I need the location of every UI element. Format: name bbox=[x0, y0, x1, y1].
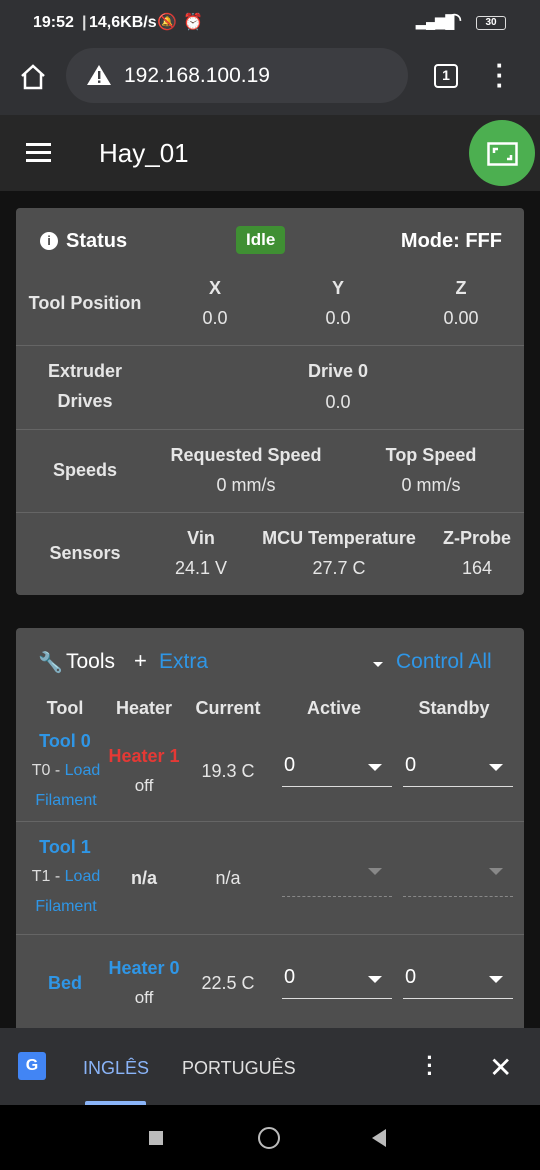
bed-link[interactable]: Bed bbox=[30, 973, 100, 994]
tool-0-link[interactable]: Tool 0 bbox=[30, 731, 100, 752]
status-card: i Status Idle Mode: FFF Tool Position X … bbox=[16, 208, 524, 595]
axis-x-label: X bbox=[208, 278, 221, 298]
z-probe-label: Z-Probe bbox=[442, 528, 511, 548]
bed-current-temp: 22.5 C bbox=[201, 973, 255, 993]
drive-value: 0.0 bbox=[325, 392, 351, 412]
network-speed: 14,6KB/s bbox=[89, 14, 157, 31]
axis-x-value: 0.0 bbox=[202, 308, 228, 328]
menu-dots-icon[interactable]: · · · bbox=[492, 52, 508, 98]
fullscreen-button[interactable] bbox=[469, 120, 535, 186]
tool-0-active-select[interactable]: 0 bbox=[282, 752, 392, 787]
extruder-label-2: Drives bbox=[57, 391, 113, 411]
heater-1-state: off bbox=[134, 776, 154, 795]
close-icon[interactable]: ✕ bbox=[489, 1051, 512, 1084]
z-probe-value: 164 bbox=[461, 558, 493, 578]
plus-icon: + bbox=[134, 648, 147, 673]
vin-value: 24.1 V bbox=[174, 558, 228, 578]
mute-icon: 🔕 bbox=[157, 14, 177, 31]
speeds-label: Speeds bbox=[52, 460, 118, 480]
wifi-icon: ◠ bbox=[447, 10, 462, 29]
tool-1-current-temp: n/a bbox=[215, 868, 241, 888]
dropdown-arrow-icon[interactable] bbox=[373, 662, 383, 667]
language-portuguese-tab[interactable]: PORTUGUÊS bbox=[182, 1058, 296, 1079]
tool-1-standby-select bbox=[403, 862, 513, 897]
tools-title: Tools bbox=[66, 650, 116, 673]
heater-0-state: off bbox=[134, 988, 154, 1007]
back-icon[interactable] bbox=[372, 1129, 386, 1147]
tool-position-label: Tool Position bbox=[28, 293, 142, 313]
drive-label: Drive 0 bbox=[307, 361, 369, 381]
axis-z-label: Z bbox=[455, 278, 467, 298]
col-heater: Heater bbox=[115, 698, 173, 718]
tool-0-prefix: T0 - bbox=[31, 762, 65, 779]
android-nav-bar bbox=[0, 1105, 540, 1170]
status-badge: Idle bbox=[236, 226, 286, 254]
top-speed-value: 0 mm/s bbox=[401, 475, 461, 495]
load-link[interactable]: Load bbox=[65, 868, 101, 885]
heater-1-link[interactable]: Heater 1 bbox=[102, 746, 186, 767]
recents-icon[interactable] bbox=[149, 1131, 163, 1145]
app-header: Hay_01 bbox=[0, 115, 540, 191]
col-tool: Tool bbox=[46, 698, 84, 718]
requested-speed-value: 0 mm/s bbox=[216, 475, 276, 495]
more-options-icon[interactable]: · · · bbox=[422, 1047, 438, 1085]
axis-y-label: Y bbox=[331, 278, 344, 298]
language-english-tab[interactable]: INGLÊS bbox=[83, 1058, 149, 1079]
col-current: Current bbox=[195, 698, 261, 718]
warning-icon bbox=[87, 65, 111, 85]
mode-label: Mode: FFF bbox=[400, 230, 502, 252]
address-bar[interactable]: 192.168.100.19 bbox=[66, 48, 408, 103]
wrench-icon: 🔧 bbox=[38, 652, 63, 674]
google-translate-icon: G bbox=[18, 1052, 46, 1080]
status-title: Status bbox=[66, 230, 128, 252]
bed-standby-select[interactable]: 0 bbox=[403, 964, 513, 999]
hamburger-menu-icon[interactable] bbox=[26, 143, 51, 162]
heater-0-link[interactable]: Heater 0 bbox=[102, 958, 186, 979]
mcu-temp-label: MCU Temperature bbox=[262, 528, 416, 548]
bed-active-select[interactable]: 0 bbox=[282, 964, 392, 999]
tool-0-standby-select[interactable]: 0 bbox=[403, 752, 513, 787]
alarm-icon: ⏰ bbox=[183, 14, 203, 31]
battery-icon: 30 bbox=[476, 16, 506, 30]
tool-1-active-select bbox=[282, 862, 392, 897]
home-icon[interactable] bbox=[19, 63, 47, 91]
system-status-bar: 19:52 | 14,6KB/s 🔕 ⏰ ▂▄▆█ ◠ 30 bbox=[0, 0, 540, 50]
info-icon: i bbox=[40, 232, 58, 250]
filament-link[interactable]: Filament bbox=[16, 898, 116, 916]
home-nav-icon[interactable] bbox=[258, 1127, 280, 1149]
tools-card: 🔧 Tools + Extra Control All Tool Heater … bbox=[16, 628, 524, 1048]
tool-1-link[interactable]: Tool 1 bbox=[30, 837, 100, 858]
tool-0-current-temp: 19.3 C bbox=[201, 761, 255, 781]
tool-1-heater: n/a bbox=[130, 868, 157, 888]
axis-y-value: 0.0 bbox=[325, 308, 351, 328]
vin-label: Vin bbox=[187, 528, 215, 548]
axis-z-value: 0.00 bbox=[443, 308, 479, 328]
top-speed-label: Top Speed bbox=[385, 445, 477, 465]
fullscreen-icon bbox=[487, 142, 518, 166]
clock: 19:52 bbox=[33, 14, 74, 31]
tabs-button[interactable]: 1 bbox=[434, 64, 458, 88]
control-all-button[interactable]: Control All bbox=[396, 650, 492, 674]
url-text: 192.168.100.19 bbox=[124, 64, 270, 87]
tool-1-prefix: T1 - bbox=[31, 868, 65, 885]
browser-toolbar: 192.168.100.19 1 · · · bbox=[0, 48, 540, 115]
extra-link[interactable]: Extra bbox=[159, 650, 208, 674]
col-standby: Standby bbox=[418, 698, 490, 718]
translate-bar: G INGLÊS PORTUGUÊS · · · ✕ bbox=[0, 1028, 540, 1105]
extruder-label-1: Extruder bbox=[47, 361, 123, 381]
filament-link[interactable]: Filament bbox=[16, 792, 116, 810]
page-title: Hay_01 bbox=[99, 138, 189, 168]
requested-speed-label: Requested Speed bbox=[170, 445, 322, 465]
mcu-temp-value: 27.7 C bbox=[312, 558, 366, 578]
load-link[interactable]: Load bbox=[65, 762, 101, 779]
sensors-label: Sensors bbox=[49, 543, 121, 563]
col-active: Active bbox=[306, 698, 362, 718]
